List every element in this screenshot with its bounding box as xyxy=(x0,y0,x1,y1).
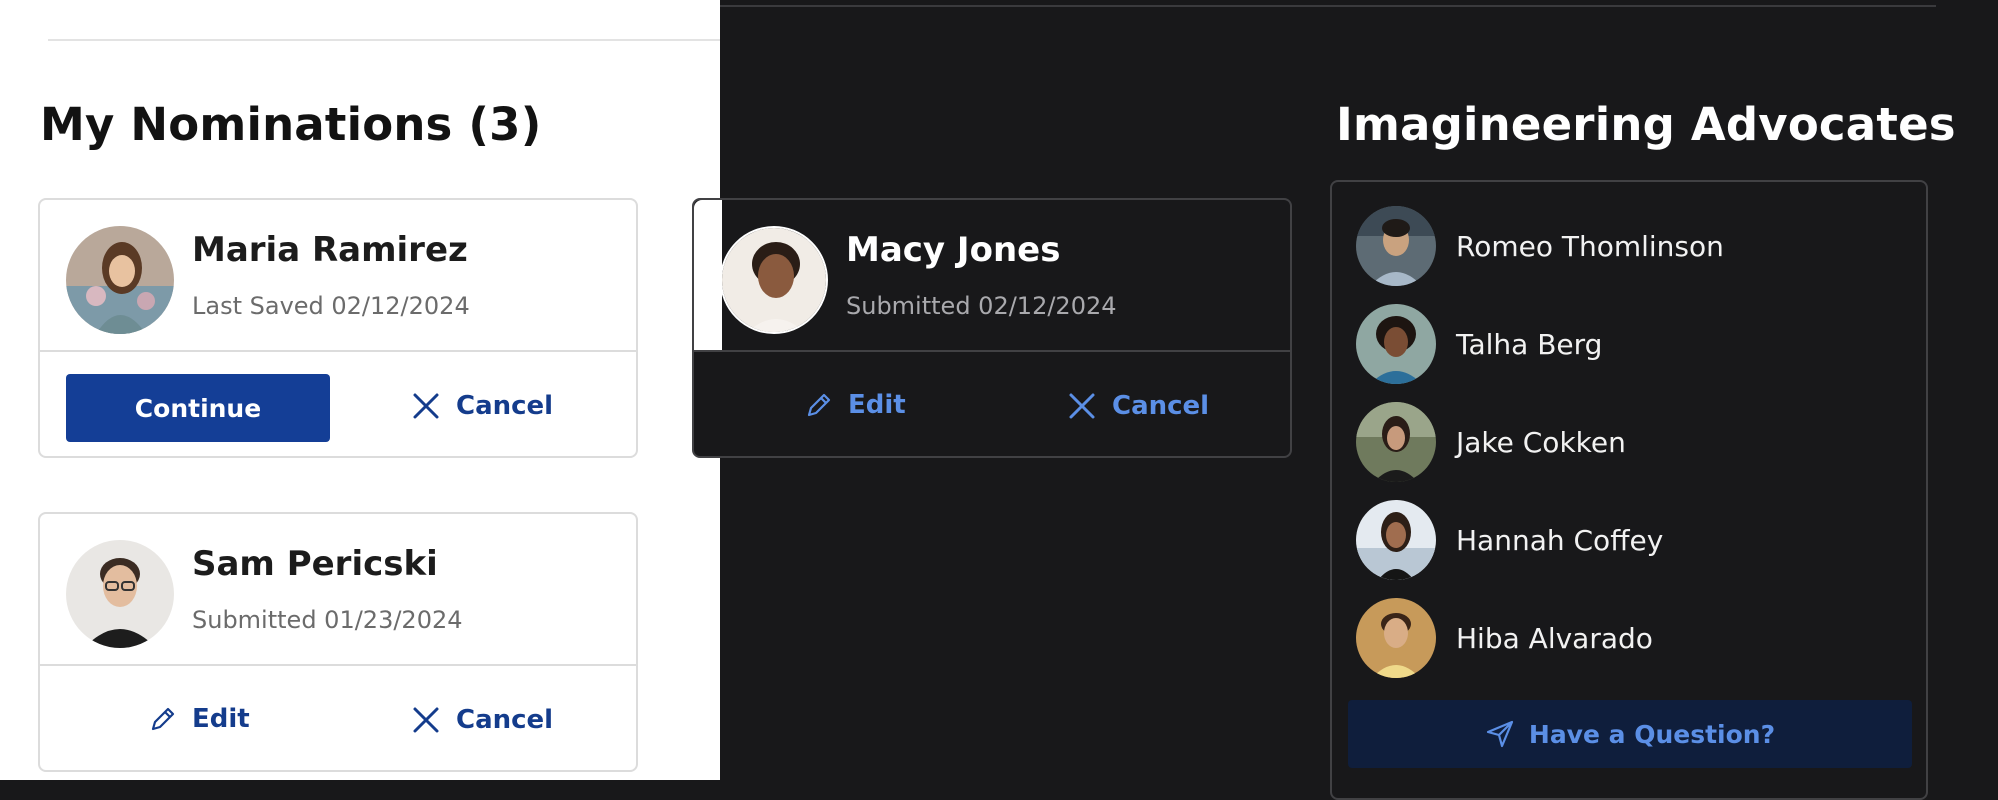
edit-label: Edit xyxy=(848,390,906,420)
avatar xyxy=(1356,500,1436,580)
advocate-name: Romeo Thomlinson xyxy=(1456,229,1724,263)
nomination-status: Last Saved 02/12/2024 xyxy=(192,292,470,320)
advocate-item[interactable]: Romeo Thomlinson xyxy=(1356,206,1724,286)
avatar xyxy=(66,540,174,648)
cancel-button[interactable]: Cancel xyxy=(410,390,553,422)
nominee-name: Sam Pericski xyxy=(192,544,438,584)
advocate-item[interactable]: Jake Cokken xyxy=(1356,402,1626,482)
edit-label: Edit xyxy=(192,704,250,734)
nomination-card-maria: Maria Ramirez Last Saved 02/12/2024 Cont… xyxy=(38,198,638,458)
card-divider xyxy=(40,664,636,666)
nomination-status: Submitted 01/23/2024 xyxy=(192,606,463,634)
advocates-panel: Romeo Thomlinson Talha Berg Jake Cokken … xyxy=(1330,180,1928,800)
top-divider-dark xyxy=(720,5,1936,7)
avatar xyxy=(1356,402,1436,482)
pencil-icon xyxy=(151,707,175,731)
send-icon xyxy=(1486,720,1513,748)
advocate-name: Jake Cokken xyxy=(1456,425,1626,459)
top-divider-light xyxy=(48,39,720,41)
avatar xyxy=(1356,304,1436,384)
cancel-label: Cancel xyxy=(456,391,554,421)
advocate-name: Talha Berg xyxy=(1456,327,1603,361)
close-icon xyxy=(413,393,439,419)
cancel-button[interactable]: Cancel xyxy=(410,704,553,736)
close-icon xyxy=(1069,393,1095,419)
card-divider xyxy=(694,350,1290,352)
close-icon xyxy=(413,707,439,733)
cancel-label: Cancel xyxy=(1112,391,1210,421)
nominee-name: Maria Ramirez xyxy=(192,230,468,270)
card-edge xyxy=(694,200,722,350)
avatar xyxy=(1356,206,1436,286)
advocate-name: Hannah Coffey xyxy=(1456,523,1664,557)
avatar xyxy=(1356,598,1436,678)
advocate-item[interactable]: Talha Berg xyxy=(1356,304,1602,384)
have-a-question-label: Have a Question? xyxy=(1528,719,1776,749)
pencil-icon xyxy=(807,393,831,417)
advocate-item[interactable]: Hannah Coffey xyxy=(1356,500,1663,580)
advocate-item[interactable]: Hiba Alvarado xyxy=(1356,598,1653,678)
nomination-card-macy: Macy Jones Submitted 02/12/2024 Edit Can… xyxy=(692,198,1292,458)
avatar xyxy=(66,226,174,334)
nomination-status: Submitted 02/12/2024 xyxy=(846,292,1117,320)
card-divider xyxy=(40,350,636,352)
cancel-button[interactable]: Cancel xyxy=(1066,390,1209,422)
continue-button[interactable]: Continue xyxy=(66,374,330,442)
nomination-card-sam: Sam Pericski Submitted 01/23/2024 Edit C… xyxy=(38,512,638,772)
advocates-heading: Imagineering Advocates xyxy=(1336,98,1956,151)
nominations-heading: My Nominations (3) xyxy=(40,98,542,151)
avatar xyxy=(720,226,828,334)
have-a-question-button[interactable]: Have a Question? xyxy=(1348,700,1912,768)
edit-button[interactable]: Edit xyxy=(148,704,250,734)
nominee-name: Macy Jones xyxy=(846,230,1061,270)
advocate-name: Hiba Alvarado xyxy=(1456,621,1653,655)
edit-button[interactable]: Edit xyxy=(804,390,906,420)
cancel-label: Cancel xyxy=(456,705,554,735)
